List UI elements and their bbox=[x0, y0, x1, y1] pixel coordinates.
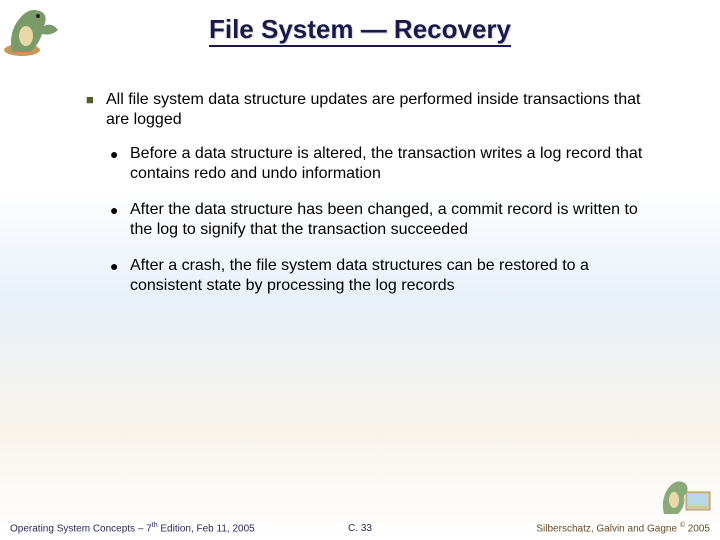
footer-right-pre: Silberschatz, Galvin and Gagne bbox=[536, 523, 679, 534]
square-bullet-icon bbox=[86, 90, 106, 130]
bullet-sub2-text: After the data structure has been change… bbox=[130, 200, 656, 240]
slide-footer: Operating System Concepts – 7th Edition,… bbox=[0, 518, 720, 534]
bullet-level2: After the data structure has been change… bbox=[110, 200, 656, 240]
footer-right-post: 2005 bbox=[685, 523, 710, 534]
dinosaur-mascot-top-left bbox=[2, 2, 74, 58]
round-bullet-icon bbox=[110, 256, 130, 296]
bullet-level1: All file system data structure updates a… bbox=[86, 90, 656, 130]
bullet-sub1-text: Before a data structure is altered, the … bbox=[130, 144, 656, 184]
footer-right: Silberschatz, Galvin and Gagne © 2005 bbox=[372, 522, 710, 534]
slide-content: All file system data structure updates a… bbox=[86, 90, 656, 312]
dinosaur-mascot-bottom-right bbox=[658, 474, 716, 518]
slide-title: File System — Recovery bbox=[0, 0, 720, 45]
bullet-main-text: All file system data structure updates a… bbox=[106, 90, 656, 130]
bullet-sub3-text: After a crash, the file system data stru… bbox=[130, 256, 656, 296]
bullet-level2: Before a data structure is altered, the … bbox=[110, 144, 656, 184]
footer-page-number: C. 33 bbox=[348, 523, 372, 534]
bullet-level2: After a crash, the file system data stru… bbox=[110, 256, 656, 296]
footer-left: Operating System Concepts – 7th Edition,… bbox=[10, 522, 348, 534]
round-bullet-icon bbox=[110, 144, 130, 184]
round-bullet-icon bbox=[110, 200, 130, 240]
title-text: File System — Recovery bbox=[209, 14, 511, 47]
footer-left-post: Edition, Feb 11, 2005 bbox=[158, 523, 255, 534]
footer-left-pre: Operating System Concepts – 7 bbox=[10, 523, 152, 534]
